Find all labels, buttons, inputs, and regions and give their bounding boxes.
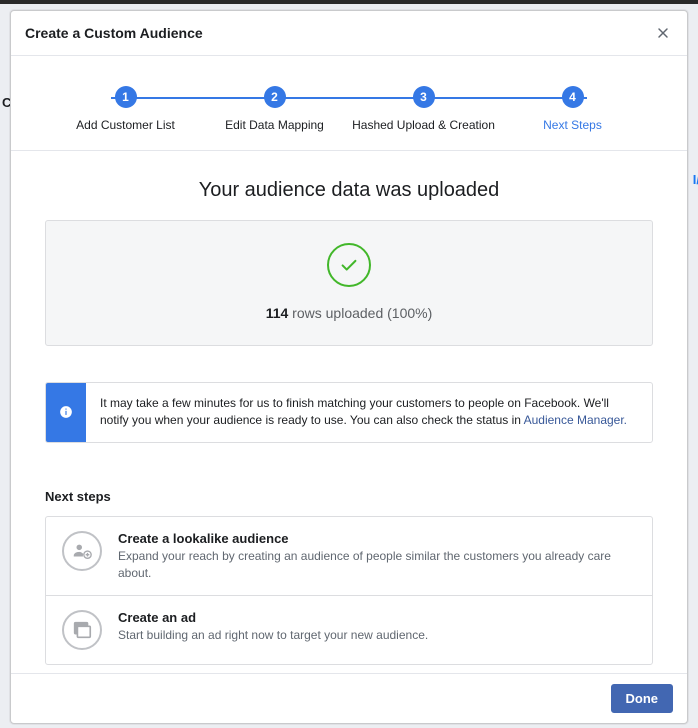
step-number: 4 bbox=[562, 86, 584, 108]
backdrop-side-text: I/ bbox=[693, 172, 698, 187]
stack-rect-icon bbox=[62, 610, 102, 650]
modal-body: 1 Add Customer List 2 Edit Data Mapping … bbox=[11, 55, 687, 673]
upload-row-count: 114 rows uploaded (100%) bbox=[46, 305, 652, 321]
info-icon bbox=[46, 383, 86, 442]
success-check-icon bbox=[327, 243, 371, 287]
backdrop-topbar bbox=[0, 0, 698, 4]
step-label: Next Steps bbox=[543, 118, 602, 132]
row-suffix: rows uploaded (100%) bbox=[288, 305, 432, 321]
option-body: Create an ad Start building an ad right … bbox=[118, 610, 636, 644]
upload-headline: Your audience data was uploaded bbox=[25, 179, 673, 202]
step-label: Edit Data Mapping bbox=[225, 118, 324, 132]
close-button[interactable] bbox=[651, 21, 675, 45]
option-create-ad[interactable]: Create an ad Start building an ad right … bbox=[46, 596, 652, 664]
next-steps-list: Create a lookalike audience Expand your … bbox=[45, 516, 653, 666]
modal-footer: Done bbox=[11, 673, 687, 723]
row-number: 114 bbox=[266, 305, 289, 321]
step-hashed-upload[interactable]: 3 Hashed Upload & Creation bbox=[349, 86, 498, 132]
step-number: 1 bbox=[115, 86, 137, 108]
info-text: It may take a few minutes for us to fini… bbox=[86, 383, 652, 442]
people-plus-icon bbox=[62, 531, 102, 571]
modal-header: Create a Custom Audience bbox=[11, 11, 687, 55]
done-button[interactable]: Done bbox=[611, 684, 674, 713]
step-add-customer-list[interactable]: 1 Add Customer List bbox=[51, 86, 200, 132]
option-title: Create an ad bbox=[118, 610, 636, 625]
modal-title: Create a Custom Audience bbox=[25, 25, 203, 41]
option-body: Create a lookalike audience Expand your … bbox=[118, 531, 636, 582]
step-edit-data-mapping[interactable]: 2 Edit Data Mapping bbox=[200, 86, 349, 132]
stepper: 1 Add Customer List 2 Edit Data Mapping … bbox=[11, 56, 687, 151]
close-icon bbox=[655, 25, 671, 41]
option-desc: Start building an ad right now to target… bbox=[118, 627, 636, 644]
step-label: Add Customer List bbox=[76, 118, 175, 132]
step-number: 3 bbox=[413, 86, 435, 108]
option-lookalike-audience[interactable]: Create a lookalike audience Expand your … bbox=[46, 517, 652, 597]
audience-manager-link[interactable]: Audience Manager. bbox=[524, 413, 627, 427]
step-number: 2 bbox=[264, 86, 286, 108]
next-steps-title: Next steps bbox=[45, 489, 653, 504]
content-area: Your audience data was uploaded 114 rows… bbox=[11, 151, 687, 673]
custom-audience-modal: Create a Custom Audience 1 Add Customer … bbox=[10, 10, 688, 724]
step-label: Hashed Upload & Creation bbox=[352, 118, 495, 132]
option-title: Create a lookalike audience bbox=[118, 531, 636, 546]
step-next-steps[interactable]: 4 Next Steps bbox=[498, 86, 647, 132]
option-desc: Expand your reach by creating an audienc… bbox=[118, 548, 636, 582]
upload-result-box: 114 rows uploaded (100%) bbox=[45, 220, 653, 346]
info-banner: It may take a few minutes for us to fini… bbox=[45, 382, 653, 443]
